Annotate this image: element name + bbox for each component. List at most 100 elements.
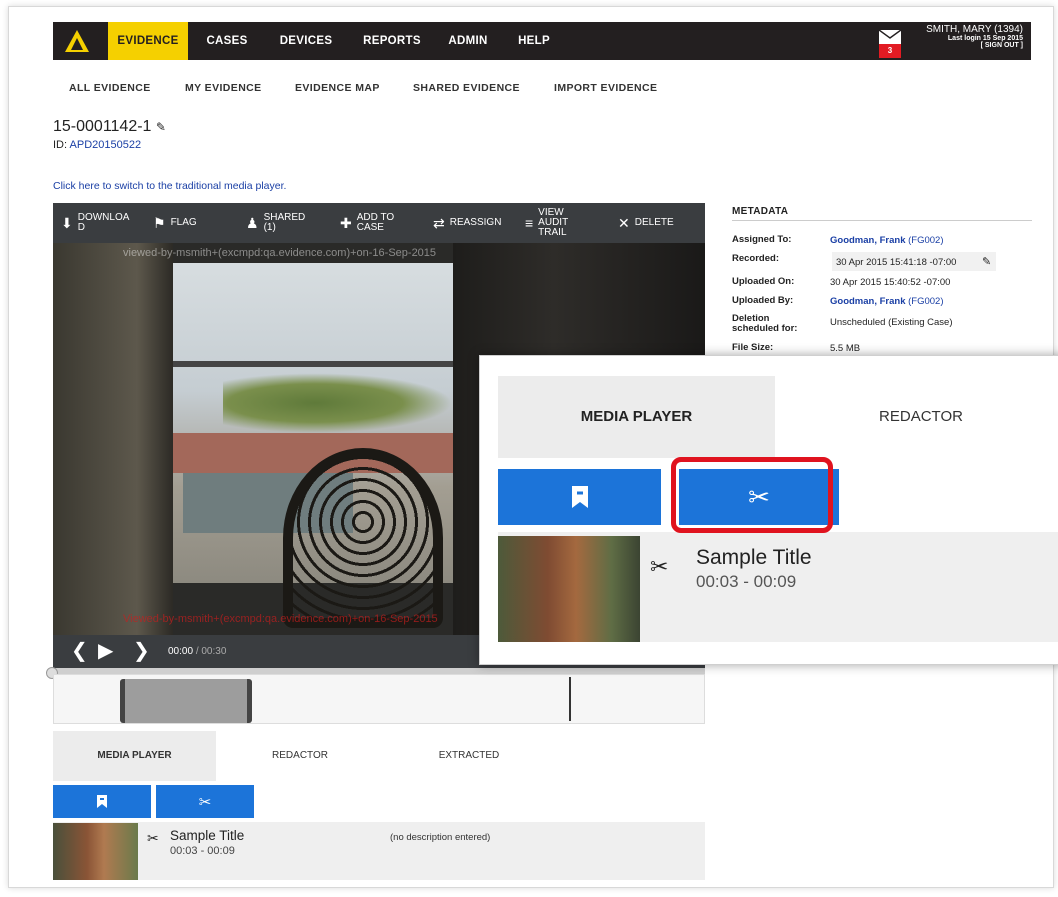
- video-scene-plants: [223, 373, 453, 433]
- user-info: SMITH, MARY (1394) Last login 15 Sep 201…: [926, 24, 1023, 49]
- pencil-icon[interactable]: ✎: [982, 255, 991, 268]
- close-icon: ✕: [618, 214, 630, 231]
- scissors-icon: ✂: [147, 830, 159, 846]
- zoom-clip-list-item[interactable]: ✂ Sample Title 00:03 - 00:09: [498, 532, 1058, 642]
- nav-help[interactable]: HELP: [513, 22, 555, 60]
- previous-frame-icon[interactable]: ❮: [71, 635, 88, 668]
- watermark-bottom: Viewed-by-msmith+(excmpd:qa.evidence.com…: [123, 613, 438, 625]
- scissors-icon: ✂: [650, 554, 669, 579]
- view-audit-trail-button[interactable]: ≡ VIEW AUDIT TRAIL: [525, 203, 574, 243]
- clip-description: (no description entered): [390, 832, 491, 843]
- bookmark-button[interactable]: [53, 785, 151, 818]
- zoom-clip-range: 00:03 - 00:09: [696, 572, 797, 591]
- evidence-id-value[interactable]: APD20150522: [70, 139, 142, 151]
- last-login: Last login 15 Sep 2015: [947, 35, 1023, 42]
- mail-count-badge: 3: [879, 44, 901, 58]
- shared-button[interactable]: ♟ SHARED (1): [246, 203, 308, 243]
- nav-devices[interactable]: DEVICES: [275, 22, 337, 60]
- assigned-to-name: Goodman, Frank: [830, 235, 906, 246]
- uploaded-by-label: Uploaded By:: [732, 295, 794, 306]
- subnav-all-evidence[interactable]: ALL EVIDENCE: [69, 82, 151, 94]
- file-size-label: File Size:: [732, 342, 774, 353]
- deletion-label: Deletion scheduled for:: [732, 313, 798, 334]
- player-tabs: MEDIA PLAYER REDACTOR EXTRACTED: [53, 731, 705, 781]
- download-icon: ⬇: [61, 214, 73, 231]
- delete-button[interactable]: ✕ DELETE: [618, 203, 674, 243]
- current-time: 00:00: [168, 646, 194, 657]
- zoom-bookmark-button[interactable]: [498, 469, 661, 525]
- duration: / 00:30: [195, 646, 227, 657]
- subnav-shared-evidence[interactable]: SHARED EVIDENCE: [413, 82, 520, 94]
- tab-extracted[interactable]: EXTRACTED: [384, 731, 554, 781]
- evidence-toolbar: ⬇ DOWNLOA D ⚑ FLAG ♟ SHARED (1) ✚ ADD TO…: [53, 203, 705, 243]
- clip-button[interactable]: ✂: [156, 785, 254, 818]
- mail-icon[interactable]: 3: [879, 30, 901, 58]
- zoom-tab-media-player[interactable]: MEDIA PLAYER: [498, 376, 775, 458]
- deletion-value: Unscheduled (Existing Case): [830, 317, 953, 328]
- assigned-to-label: Assigned To:: [732, 234, 792, 245]
- clip-title: Sample Title: [170, 828, 245, 843]
- video-scene-door-left: [53, 243, 173, 635]
- users-icon: ♟: [246, 214, 259, 231]
- uploaded-on-label: Uploaded On:: [732, 276, 795, 287]
- watermark-top: viewed-by-msmith+(excmpd:qa.evidence.com…: [123, 247, 437, 259]
- evidence-id-label: ID:: [53, 139, 68, 151]
- playback-time: 00:00 / 00:30: [168, 635, 226, 668]
- flag-button[interactable]: ⚑ FLAG: [153, 203, 197, 243]
- nav-evidence[interactable]: EVIDENCE: [108, 22, 188, 60]
- zoom-clip-title: Sample Title: [696, 546, 812, 569]
- evidence-title: 15-0001142-1 ✎: [53, 118, 166, 136]
- metadata-divider: [732, 220, 1032, 221]
- uploaded-by-value[interactable]: Goodman, Frank (FG002): [830, 296, 944, 307]
- bookmark-icon: [571, 486, 588, 508]
- metadata-heading: METADATA: [732, 206, 789, 217]
- subnav-my-evidence[interactable]: MY EVIDENCE: [185, 82, 262, 94]
- assigned-to-code: (FG002): [908, 235, 944, 246]
- zoom-tab-redactor[interactable]: REDACTOR: [776, 376, 1058, 458]
- bookmark-icon: [97, 795, 107, 808]
- play-icon[interactable]: ▶: [98, 635, 113, 668]
- envelope-icon: [879, 30, 901, 44]
- uploaded-on-value: 30 Apr 2015 15:40:52 -07:00: [830, 277, 951, 288]
- reassign-icon: ⇄: [433, 214, 445, 231]
- recorded-label: Recorded:: [732, 253, 779, 264]
- pencil-icon[interactable]: ✎: [156, 120, 166, 134]
- clip-range-handle[interactable]: [120, 679, 252, 723]
- timeline-marker[interactable]: [569, 677, 571, 721]
- file-size-value: 5.5 MB: [830, 343, 861, 354]
- tab-redactor[interactable]: REDACTOR: [216, 731, 384, 781]
- add-case-icon: ✚: [340, 214, 352, 231]
- recorded-value: 30 Apr 2015 15:41:18 -07:00: [836, 257, 957, 268]
- next-frame-icon[interactable]: ❯: [133, 635, 150, 668]
- reassign-button[interactable]: ⇄ REASSIGN: [433, 203, 501, 243]
- zoom-clip-thumbnail: [498, 536, 640, 642]
- subnav-import-evidence[interactable]: IMPORT EVIDENCE: [554, 82, 657, 94]
- evidence-title-text: 15-0001142-1: [53, 118, 152, 135]
- nav-reports[interactable]: REPORTS: [359, 22, 425, 60]
- add-to-case-button[interactable]: ✚ ADD TO CASE: [340, 203, 397, 243]
- uploaded-by-code: (FG002): [908, 296, 944, 307]
- logo-icon[interactable]: [63, 28, 91, 54]
- top-nav-bar: EVIDENCE CASES DEVICES REPORTS ADMIN HEL…: [53, 22, 1031, 60]
- clip-range: 00:03 - 00:09: [170, 845, 235, 857]
- video-scene-chair: [283, 448, 443, 628]
- evidence-id: ID: APD20150522: [53, 139, 141, 151]
- subnav-evidence-map[interactable]: EVIDENCE MAP: [295, 82, 380, 94]
- scissors-icon: ✂: [198, 793, 212, 811]
- uploaded-by-name: Goodman, Frank: [830, 296, 906, 307]
- user-name: SMITH, MARY (1394): [926, 24, 1023, 35]
- sign-out-link[interactable]: [ SIGN OUT ]: [926, 42, 1023, 49]
- highlight-box: [671, 457, 833, 533]
- video-scene-rail: [163, 361, 463, 367]
- assigned-to-value[interactable]: Goodman, Frank (FG002): [830, 235, 944, 246]
- nav-cases[interactable]: CASES: [201, 22, 253, 60]
- flag-icon: ⚑: [153, 214, 166, 231]
- download-button[interactable]: ⬇ DOWNLOA D: [61, 203, 139, 243]
- list-icon: ≡: [525, 215, 534, 231]
- clip-timeline[interactable]: [53, 674, 705, 724]
- tab-media-player[interactable]: MEDIA PLAYER: [53, 731, 216, 781]
- clip-thumbnail: [53, 823, 138, 880]
- switch-player-link[interactable]: Click here to switch to the traditional …: [53, 180, 286, 192]
- nav-admin[interactable]: ADMIN: [443, 22, 493, 60]
- clip-list-item[interactable]: ✂ Sample Title 00:03 - 00:09 (no descrip…: [53, 822, 705, 880]
